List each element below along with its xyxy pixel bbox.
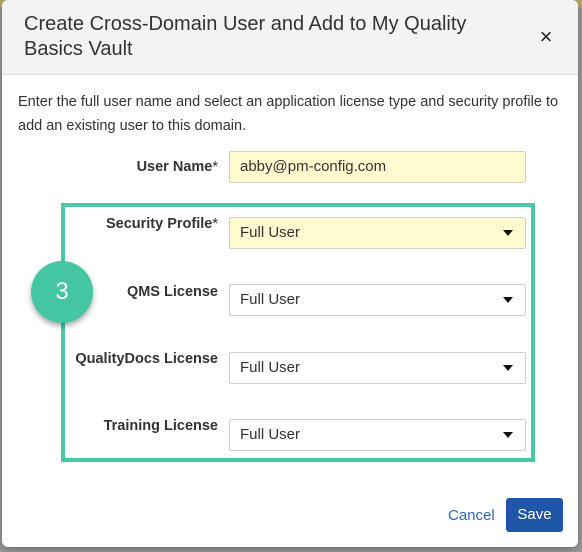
cancel-button[interactable]: Cancel	[448, 507, 495, 524]
required-mark: *	[212, 159, 218, 175]
save-button[interactable]: Save	[506, 498, 563, 532]
dialog-title: Create Cross-Domain User and Add to My Q…	[24, 13, 467, 60]
highlight-box	[61, 203, 535, 462]
user-name-input[interactable]: abby@pm-config.com	[229, 151, 526, 183]
close-icon[interactable]: ×	[536, 26, 556, 48]
intro-text: Enter the full user name and select an a…	[18, 94, 559, 134]
user-name-label-text: User Name	[136, 159, 213, 175]
user-name-label: User Name*	[4, 159, 218, 175]
step-badge: 3	[31, 261, 93, 323]
dialog-header: Create Cross-Domain User and Add to My Q…	[2, 0, 578, 75]
create-user-dialog: Create Cross-Domain User and Add to My Q…	[2, 0, 578, 547]
